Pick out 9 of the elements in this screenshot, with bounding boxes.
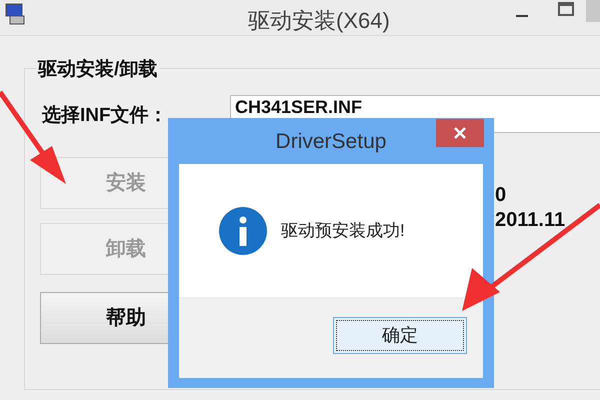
inf-label: 选择INF文件： (42, 104, 168, 128)
maximize-button[interactable] (558, 2, 574, 16)
ok-button[interactable]: 确定 (333, 317, 467, 354)
info-text: 2011.11 (495, 208, 566, 233)
window-title: 驱动安装(X64) (248, 7, 390, 35)
close-icon (454, 127, 466, 139)
info-icon (219, 206, 267, 254)
info-text: 0 (495, 183, 506, 208)
dialog-message: 驱动预安装成功! (281, 220, 405, 242)
